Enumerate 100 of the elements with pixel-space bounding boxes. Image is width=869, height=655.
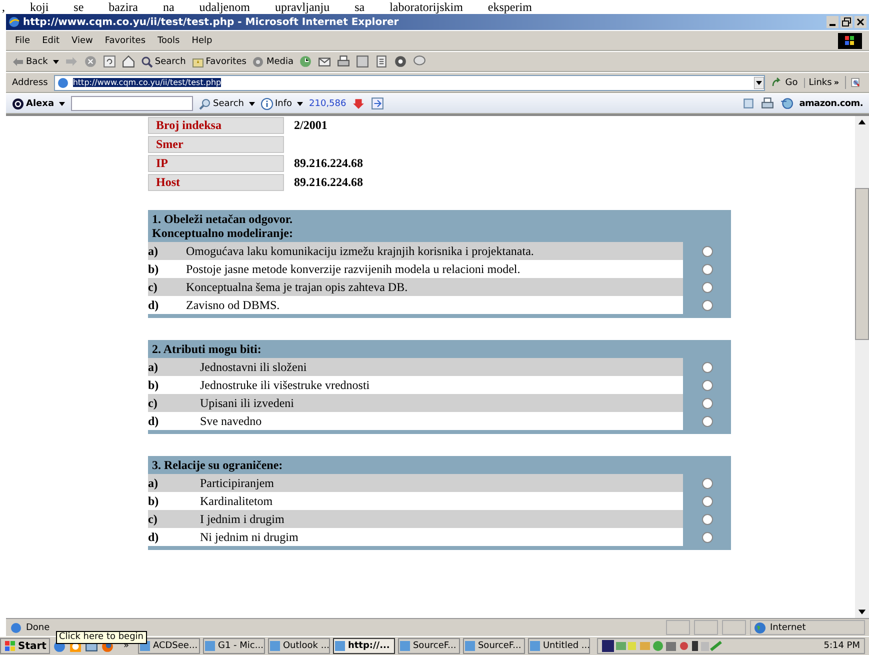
stop-button[interactable]	[84, 55, 97, 68]
alexa-search-field[interactable]	[71, 96, 194, 111]
field-value: 89.216.224.68	[293, 156, 363, 171]
radio-button[interactable]	[702, 532, 712, 542]
document-button[interactable]	[375, 55, 388, 68]
radio-button[interactable]	[702, 416, 712, 426]
print-button[interactable]	[337, 55, 350, 68]
more-button[interactable]: »	[117, 641, 135, 651]
disc-icon	[252, 56, 264, 68]
alexa-logo-icon	[12, 98, 24, 110]
taskbar-button[interactable]: Outlook ...	[268, 638, 330, 654]
taskbar-button[interactable]: G1 - Mic...	[202, 638, 265, 654]
alexa-search-button[interactable]: Search	[199, 98, 255, 110]
radio-button[interactable]	[702, 496, 712, 506]
radio-button[interactable]	[702, 362, 712, 372]
taskbar-button[interactable]: http://...	[332, 638, 395, 654]
globe-icon	[754, 622, 766, 634]
start-button[interactable]: Start	[0, 638, 50, 654]
back-button[interactable]: Back	[12, 56, 59, 68]
app-icon	[204, 640, 216, 652]
amazon-link[interactable]: amazon.com.	[799, 98, 863, 108]
links-button[interactable]: Links »	[804, 78, 839, 88]
option-letter: d)	[148, 414, 160, 428]
field-value: 2/2001	[293, 118, 328, 133]
radio-button[interactable]	[702, 300, 712, 310]
back-arrow-icon	[12, 56, 24, 68]
down-arrow-icon	[352, 97, 366, 110]
home-button[interactable]	[122, 55, 135, 68]
option-text: Konceptualna šema je trajan opis zahteva DB.	[186, 279, 408, 295]
option-letter: c)	[148, 396, 158, 410]
taskbar-button[interactable]: SourceF...	[462, 638, 525, 654]
field-label: Broj indeksa	[148, 117, 284, 134]
speech-bubble-button[interactable]	[413, 55, 426, 68]
app-icon	[268, 640, 281, 652]
radio-button[interactable]	[702, 514, 712, 524]
question-title: 2. Atributi mogu biti:	[152, 342, 262, 356]
windows-logo-icon	[4, 640, 16, 652]
option-text: Kardinalitetom	[200, 493, 273, 509]
dropdown-arrow-icon[interactable]	[754, 76, 764, 88]
restore-button[interactable]	[840, 16, 853, 28]
caret-icon	[297, 100, 304, 106]
radio-button[interactable]	[702, 282, 712, 292]
option-letter: b)	[148, 262, 160, 276]
mail-button[interactable]	[318, 55, 332, 68]
arrow-button[interactable]	[371, 97, 384, 110]
question-title: 3. Relacije su ograničene:	[152, 458, 284, 472]
menu-item[interactable]: Help	[188, 36, 216, 46]
page-icon	[10, 622, 22, 634]
tooltip: Click here to begin	[56, 631, 147, 644]
menu-item[interactable]: File	[12, 36, 34, 46]
radio-button[interactable]	[702, 246, 712, 256]
option-letter: d)	[148, 530, 160, 544]
radio-button[interactable]	[702, 264, 712, 274]
refresh-button[interactable]	[102, 55, 116, 68]
caret-icon	[52, 58, 59, 64]
taskbar-button[interactable]: SourceF...	[398, 638, 460, 654]
option-text: Sve navedno	[200, 413, 262, 429]
alexa-button[interactable]: Alexa	[12, 98, 66, 110]
address-label: Address	[12, 78, 48, 88]
info-icon	[260, 98, 273, 110]
messenger-button[interactable]	[394, 55, 408, 68]
taskbar-button[interactable]: Untitled ...	[528, 638, 590, 654]
search-icon	[140, 56, 153, 68]
scrollbar[interactable]	[855, 116, 869, 618]
radio-button[interactable]	[702, 478, 712, 488]
info-button[interactable]: Info	[260, 98, 304, 110]
menu-item[interactable]: View	[68, 36, 96, 46]
menu-item[interactable]: Edit	[39, 36, 62, 46]
option-letter: a)	[148, 360, 159, 374]
favorites-button[interactable]: Favorites	[192, 56, 246, 68]
caret-icon	[59, 100, 66, 106]
media-button[interactable]: Media	[252, 56, 294, 68]
option-text: Upisani ili izvedeni	[200, 395, 294, 411]
history-button[interactable]	[299, 55, 312, 68]
status-text: Done	[26, 622, 50, 632]
taskbar-button[interactable]: ACDSee...	[138, 638, 200, 654]
page-icon	[56, 76, 69, 88]
minimize-button[interactable]	[826, 16, 839, 28]
radio-button[interactable]	[702, 380, 712, 390]
field-label: IP	[148, 155, 284, 172]
globe-icon[interactable]	[780, 97, 794, 110]
search-button[interactable]: Search	[140, 56, 186, 68]
status-pane	[666, 620, 690, 635]
menu-item[interactable]: Tools	[154, 36, 183, 46]
field-label: Host	[148, 174, 284, 191]
go-button[interactable]: Go	[771, 76, 798, 88]
edit-button[interactable]	[356, 55, 370, 68]
document-text: , koji se bazira na udaljenom upravljanju sa laboratorijskim eksperim	[1, 0, 533, 14]
radio-button[interactable]	[702, 398, 712, 408]
question-title: 1. Obeleži netačan odgovor.	[152, 212, 294, 226]
printer-icon[interactable]	[761, 97, 774, 110]
option-text: Jednostruke ili višestruke vrednosti	[200, 377, 370, 393]
menu-item[interactable]: Favorites	[102, 36, 149, 46]
option-letter: b)	[148, 494, 160, 508]
zone-text: Internet	[770, 622, 806, 632]
close-button[interactable]	[854, 16, 867, 28]
option-letter: c)	[148, 512, 158, 526]
address-field[interactable]: http://www.cqm.co.yu/ii/test/test.php	[54, 74, 766, 90]
browser-icon	[8, 16, 20, 28]
window-title: http://www.cqm.co.yu/ii/test/test.php - Microsoft Internet Explorer	[23, 16, 399, 28]
